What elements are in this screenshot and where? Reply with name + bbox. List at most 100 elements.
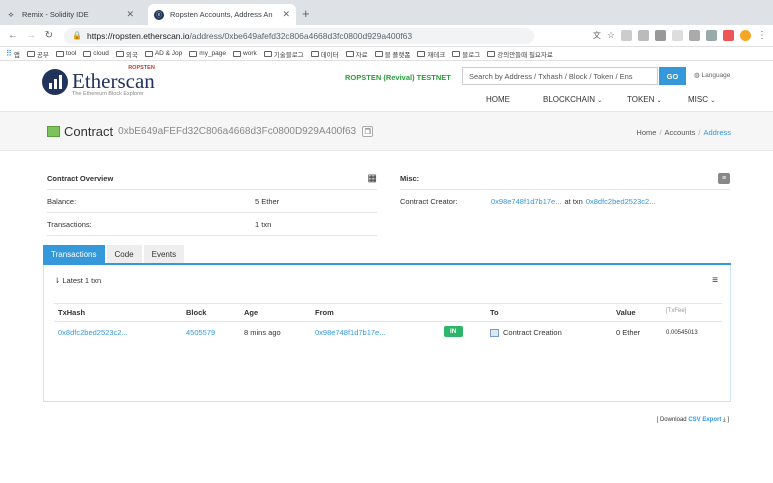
bookmark-apps[interactable]: ⠿ 앱 [6, 49, 20, 59]
bookmark-folder[interactable]: 재테크 [417, 49, 445, 59]
breadcrumb-accounts[interactable]: Accounts [665, 128, 696, 137]
folder-icon [115, 50, 124, 57]
creator-tx-link[interactable]: 0x8dfc2bed2523c2... [586, 197, 656, 206]
bookmark-folder[interactable]: 기술블로그 [263, 49, 304, 59]
logo-badge: ROPSTEN [128, 65, 155, 71]
network-label: ROPSTEN (Revival) TESTNET [345, 73, 451, 82]
contract-icon [47, 126, 60, 137]
folder-icon [83, 50, 92, 57]
folder-icon [144, 50, 153, 57]
tab-events[interactable]: Events [143, 245, 185, 263]
close-icon[interactable]: ✕ [282, 9, 290, 20]
transactions-label: Transactions: [47, 219, 92, 229]
creator-label: Contract Creator: [400, 197, 458, 206]
transactions-panel: ⇂ Latest 1 txn ≡ TxHash Block Age From T… [43, 265, 731, 402]
translate-icon[interactable]: 文 [593, 30, 601, 41]
extension-icon[interactable] [638, 30, 649, 41]
direction-badge: IN [444, 326, 463, 337]
block-link[interactable]: 4505579 [186, 328, 215, 337]
csv-export-link[interactable]: CSV Export [688, 417, 721, 423]
metamask-icon[interactable] [740, 30, 751, 41]
tab-title: Ropsten Accounts, Address An [170, 10, 273, 19]
extension-icon[interactable] [672, 30, 683, 41]
col-to: To [490, 308, 499, 317]
forward-icon[interactable]: → [24, 30, 38, 41]
tx-hash-link[interactable]: 0x8dfc2bed2523c2... [58, 328, 128, 337]
extension-icon[interactable] [689, 30, 700, 41]
reload-icon[interactable]: ↻ [42, 30, 56, 41]
download-icon: ⤓ [723, 417, 726, 423]
folder-icon [487, 50, 496, 57]
logo-name: Etherscan [72, 69, 155, 93]
go-button[interactable]: GO [659, 67, 686, 85]
bookmark-folder[interactable]: tool [55, 50, 76, 57]
menu-dots-icon[interactable]: ⋮ [757, 30, 767, 41]
col-age: Age [244, 308, 259, 317]
chevron-down-icon: ⌄ [597, 98, 603, 104]
creator-address-link[interactable]: 0x98e748f1d7b17e... [491, 197, 561, 206]
browser-tab-strip: ⟡ Remix - Solidity IDE ✕ ⓔ Ropsten Accou… [0, 0, 773, 25]
breadcrumb-home[interactable]: Home [636, 128, 656, 137]
bookmark-folder[interactable]: 공부 [26, 49, 49, 59]
nav-token[interactable]: TOKEN ⌄ [627, 95, 662, 104]
breadcrumb-current: Address [703, 128, 731, 137]
from-address-link[interactable]: 0x98e748f1d7b17e... [315, 328, 385, 337]
bookmark-folder[interactable]: 자료 [345, 49, 368, 59]
tab-title: Remix - Solidity IDE [22, 10, 89, 19]
language-selector[interactable]: ◍ Language [694, 71, 730, 79]
extension-icon[interactable] [723, 30, 734, 41]
contract-overview-panel: Contract Overview ▦ Balance: 5 Ether Tra… [47, 167, 377, 236]
hamburger-menu-icon[interactable]: ≡ [712, 275, 718, 286]
col-block: Block [186, 308, 207, 317]
list-icon[interactable]: ≡ [718, 172, 730, 184]
bookmark-folder[interactable]: my_page [189, 50, 226, 57]
tab-transactions[interactable]: Transactions [43, 245, 105, 263]
back-icon[interactable]: ← [6, 30, 20, 41]
new-tab-icon[interactable]: + [302, 6, 310, 21]
extension-icon[interactable] [706, 30, 717, 41]
copy-icon[interactable]: ❐ [362, 126, 374, 137]
contract-address: 0xbE649aFEFd32C806a4668d3Fc0800D929A400f… [118, 126, 357, 137]
url-path: /address/0xbe649afefd32c806a4668d3fc0800… [189, 30, 413, 41]
contract-creation-icon [490, 329, 499, 338]
etherscan-logo[interactable]: ROPSTEN Etherscan The Ethereum Block Exp… [42, 65, 155, 97]
qr-code-icon[interactable]: ▦ [368, 173, 377, 184]
url-bar[interactable]: 🔒 https://ropsten.etherscan.io/address/0… [64, 27, 534, 44]
tab-etherscan[interactable]: ⓔ Ropsten Accounts, Address An ✕ [148, 4, 296, 25]
search-input[interactable]: Search by Address / Txhash / Block / Tok… [462, 67, 658, 85]
star-icon[interactable]: ☆ [607, 30, 615, 41]
tab-remix[interactable]: ⟡ Remix - Solidity IDE ✕ [0, 4, 140, 25]
bookmark-folder[interactable]: work [233, 50, 257, 57]
tx-age: 8 mins ago [244, 328, 281, 337]
bookmark-folder[interactable]: 강의만들때 필요자료 [487, 49, 553, 59]
bookmark-folder[interactable]: 외국 [115, 49, 138, 59]
transactions-value: 1 txn [255, 219, 272, 229]
bookmarks-bar: ⠿ 앱 공부 tool cloud 외국 AD & Jop my_page wor… [0, 47, 773, 61]
csv-download: [ Download CSV Export ⤓ ] [656, 417, 729, 423]
bookmark-folder[interactable]: cloud [83, 50, 109, 57]
address-row: ← → ↻ 🔒 https://ropsten.etherscan.io/add… [0, 25, 773, 47]
close-icon[interactable]: ✕ [126, 9, 134, 20]
etherscan-favicon-icon: ⓔ [154, 9, 164, 20]
bookmark-folder[interactable]: 블 플랫폼 [374, 49, 410, 59]
etherscan-logo-icon [42, 69, 68, 95]
extension-bar: 文 ☆ ⋮ [593, 30, 767, 41]
bookmark-folder[interactable]: 블로그 [452, 49, 480, 59]
nav-home[interactable]: HOME [486, 95, 510, 104]
folder-icon [452, 50, 461, 57]
chevron-down-icon: ⌄ [710, 98, 716, 104]
nav-blockchain[interactable]: BLOCKCHAIN ⌄ [543, 95, 602, 104]
col-txhash: TxHash [58, 308, 86, 317]
breadcrumb: Home / Accounts / Address [636, 128, 731, 137]
content-tabs: Transactions Code Events [43, 245, 731, 265]
bookmark-folder[interactable]: 데이터 [310, 49, 339, 59]
tab-code[interactable]: Code [106, 245, 142, 263]
bookmark-folder[interactable]: AD & Jop [144, 50, 182, 57]
folder-icon [55, 50, 64, 57]
folder-icon [233, 50, 242, 57]
page-title: Contract [64, 124, 114, 139]
remix-favicon-icon: ⟡ [8, 9, 14, 19]
extension-icon[interactable] [621, 30, 632, 41]
extension-icon[interactable] [655, 30, 666, 41]
nav-misc[interactable]: MISC ⌄ [688, 95, 715, 104]
